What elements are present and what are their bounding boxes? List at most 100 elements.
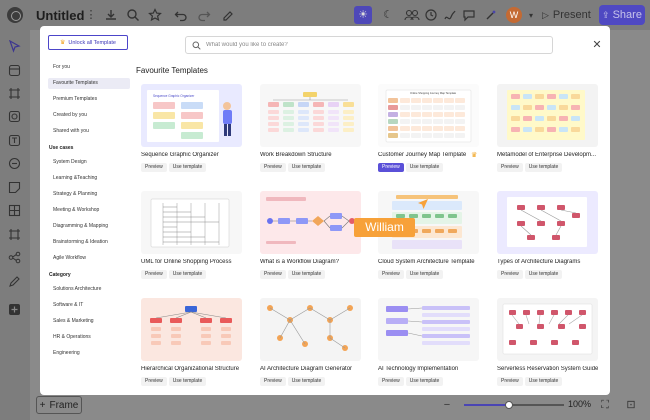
- use-template-button[interactable]: Use template: [524, 270, 563, 279]
- frame-button[interactable]: + Frame: [36, 396, 82, 414]
- draw-icon[interactable]: [443, 8, 457, 22]
- template-card[interactable]: Serverless Reservation System Guide Previ…: [497, 298, 598, 394]
- close-icon[interactable]: ✕: [592, 40, 602, 51]
- preview-button[interactable]: Preview: [141, 163, 167, 172]
- template-thumbnail[interactable]: [497, 191, 598, 254]
- preview-button[interactable]: Preview: [141, 377, 167, 386]
- comment-icon[interactable]: [462, 8, 476, 22]
- use-template-button[interactable]: Use template: [168, 270, 207, 279]
- use-template-button[interactable]: Use template: [405, 163, 444, 172]
- sticky-note-icon[interactable]: [8, 181, 21, 194]
- preview-button[interactable]: Preview: [497, 270, 523, 279]
- use-template-button[interactable]: Use template: [168, 163, 207, 172]
- search-input[interactable]: [206, 42, 546, 48]
- app-logo[interactable]: [7, 7, 23, 23]
- use-template-button[interactable]: Use template: [524, 377, 563, 386]
- document-title[interactable]: Untitled: [36, 8, 84, 23]
- template-card[interactable]: AI Architecture Diagram Generator Preview…: [260, 298, 361, 394]
- use-template-button[interactable]: Use template: [405, 270, 444, 279]
- present-button[interactable]: ▷ Present: [542, 6, 591, 24]
- minimap-icon[interactable]: ⊡: [624, 398, 638, 412]
- unlock-all-templates-button[interactable]: ♛ Unlock all Template: [48, 35, 128, 50]
- template-card[interactable]: Sequence Graphic Organizer Sequence Graph…: [141, 84, 242, 180]
- sidebar-item[interactable]: Learning &Teaching: [48, 173, 130, 184]
- sidebar-item[interactable]: Engineering: [48, 348, 130, 359]
- template-thumbnail[interactable]: [378, 298, 479, 361]
- use-template-button[interactable]: Use template: [287, 270, 326, 279]
- preview-button[interactable]: Preview: [378, 163, 404, 172]
- zoom-out-icon[interactable]: −: [440, 398, 454, 412]
- use-template-button[interactable]: Use template: [287, 163, 326, 172]
- sidebar-item[interactable]: Meeting & Workshop: [48, 205, 130, 216]
- pen-icon[interactable]: [8, 275, 21, 288]
- template-thumbnail[interactable]: Online Shopping Journey Map Template: [378, 84, 479, 147]
- template-thumbnail[interactable]: [141, 298, 242, 361]
- template-card[interactable]: Hierarchical Organizational Structure Pre…: [141, 298, 242, 394]
- sidebar-item[interactable]: Sales & Marketing: [48, 316, 130, 327]
- search-icon[interactable]: [126, 8, 140, 22]
- preview-button[interactable]: Preview: [497, 377, 523, 386]
- sidebar-item[interactable]: Premium Templates: [48, 94, 130, 105]
- template-search[interactable]: [185, 36, 553, 54]
- undo-icon[interactable]: [174, 8, 188, 22]
- sidebar-item[interactable]: Shared with you: [48, 126, 130, 137]
- fit-screen-icon[interactable]: ⛶: [598, 398, 612, 412]
- sun-icon[interactable]: ☀: [354, 6, 372, 24]
- chevron-down-icon[interactable]: ▾: [524, 9, 538, 23]
- template-card[interactable]: AI Technology Implementation Preview Use t…: [378, 298, 479, 394]
- sidebar-item[interactable]: Strategy & Planning: [48, 189, 130, 200]
- template-card[interactable]: Work Breakdown Structure Preview Use templ…: [260, 84, 361, 180]
- template-card[interactable]: Metamodel of Enterprise Developm... Previ…: [497, 84, 598, 180]
- zoom-slider-thumb[interactable]: [505, 401, 513, 409]
- grid-frame-icon[interactable]: [8, 228, 21, 241]
- redo-icon[interactable]: [197, 8, 211, 22]
- moon-icon[interactable]: ☾: [381, 8, 395, 22]
- sidebar-item[interactable]: Brainstorming & Ideation: [48, 237, 130, 248]
- sidebar-item[interactable]: HR & Operations: [48, 332, 130, 343]
- collaborators-icon[interactable]: [404, 8, 420, 22]
- template-thumbnail[interactable]: [260, 84, 361, 147]
- sidebar-item[interactable]: Diagramming & Mapping: [48, 221, 130, 232]
- select-cursor-icon[interactable]: [8, 40, 21, 53]
- preview-button[interactable]: Preview: [260, 270, 286, 279]
- sidebar-item[interactable]: Solutions Architecture: [48, 284, 130, 295]
- template-thumbnail[interactable]: Sequence Graphic Organizer: [141, 84, 242, 147]
- magic-icon[interactable]: [484, 8, 498, 22]
- table-icon[interactable]: [8, 204, 21, 217]
- mindmap-icon[interactable]: [8, 251, 21, 264]
- template-thumbnail[interactable]: [497, 298, 598, 361]
- add-more-icon[interactable]: [8, 303, 21, 316]
- sidebar-item[interactable]: Software & IT: [48, 300, 130, 311]
- preview-button[interactable]: Preview: [378, 377, 404, 386]
- format-icon[interactable]: [222, 8, 236, 22]
- template-thumbnail[interactable]: [260, 298, 361, 361]
- template-card[interactable]: UML for Online Shopping Process Preview Us…: [141, 191, 242, 287]
- preview-button[interactable]: Preview: [378, 270, 404, 279]
- chat-bubble-icon[interactable]: [8, 157, 21, 170]
- use-template-button[interactable]: Use template: [405, 377, 444, 386]
- preview-button[interactable]: Preview: [497, 163, 523, 172]
- star-icon[interactable]: [148, 8, 162, 22]
- template-card[interactable]: Online Shopping Journey Map Template Cust…: [378, 84, 479, 180]
- template-thumbnail[interactable]: [141, 191, 242, 254]
- use-template-button[interactable]: Use template: [168, 377, 207, 386]
- template-card[interactable]: Types of Architecture Diagrams Preview Use…: [497, 191, 598, 287]
- more-vertical-icon[interactable]: ⋮: [84, 8, 98, 22]
- sidebar-item[interactable]: Favourite Templates: [48, 78, 130, 89]
- sidebar-item[interactable]: System Design: [48, 157, 130, 168]
- preview-button[interactable]: Preview: [260, 377, 286, 386]
- preview-button[interactable]: Preview: [260, 163, 286, 172]
- template-thumbnail[interactable]: [497, 84, 598, 147]
- sidebar-item[interactable]: For you: [48, 62, 130, 73]
- sidebar-item[interactable]: Created by you: [48, 110, 130, 121]
- template-thumbnail[interactable]: [260, 191, 361, 254]
- use-template-button[interactable]: Use template: [524, 163, 563, 172]
- share-button[interactable]: ⇪ Share: [599, 5, 645, 25]
- sidebar-item[interactable]: Agile Workflow: [48, 253, 130, 264]
- shapes-icon[interactable]: [8, 110, 21, 123]
- frame-icon[interactable]: [8, 87, 21, 100]
- user-avatar[interactable]: W: [506, 7, 522, 23]
- zoom-slider[interactable]: [464, 401, 564, 409]
- preview-button[interactable]: Preview: [141, 270, 167, 279]
- template-icon[interactable]: [8, 64, 21, 77]
